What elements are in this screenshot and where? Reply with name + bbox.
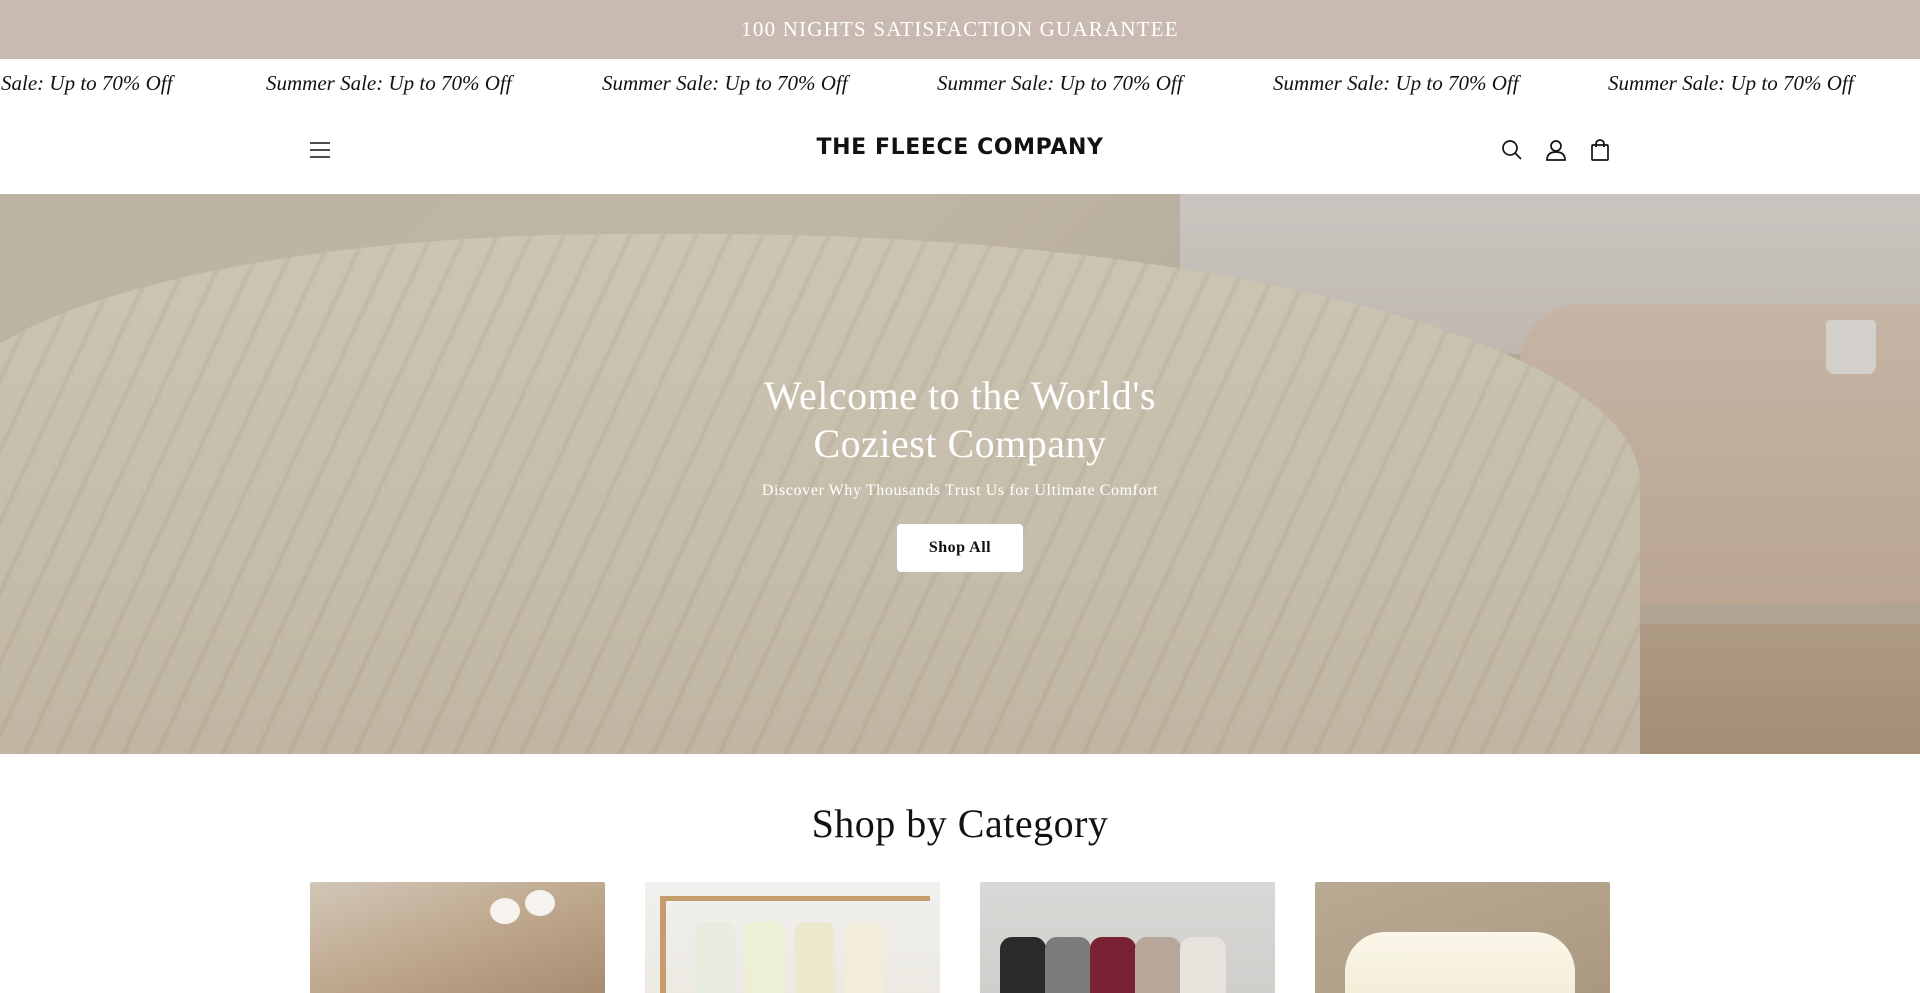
cart-icon[interactable] — [1586, 136, 1614, 164]
search-icon[interactable] — [1498, 136, 1526, 164]
cotton-ball — [525, 890, 555, 916]
marquee-item: Summer Sale: Up to 70% Off — [1273, 71, 1519, 95]
garment — [795, 922, 835, 993]
section-title: Shop by Category — [811, 801, 1109, 846]
marquee-item: Summer Sale: Up to 70% Off — [1608, 71, 1854, 95]
announcement-bar: 100 NIGHTS SATISFACTION GUARANTEE — [0, 0, 1920, 59]
account-icon[interactable] — [1542, 136, 1570, 164]
hero-title-line: Coziest Company — [813, 421, 1107, 466]
garment — [745, 922, 785, 993]
hero-title-line: Welcome to the World's — [763, 373, 1157, 418]
cotton-ball — [490, 898, 520, 924]
coat — [1180, 937, 1226, 993]
marquee-item: Summer Sale: Up to 70% Off — [937, 71, 1183, 95]
coat — [1045, 937, 1091, 993]
clothing-rail-pole — [660, 896, 666, 993]
garment — [845, 922, 885, 993]
hero-banner: Welcome to the World's Coziest Company D… — [0, 194, 1920, 754]
category-card[interactable] — [310, 882, 605, 993]
marquee-item: Summer Sale: Up to 70% Off — [602, 71, 848, 95]
sale-marquee: Sale: Up to 70% Off Summer Sale: Up to 7… — [0, 59, 1920, 109]
coat — [1000, 937, 1046, 993]
site-logo[interactable]: THE FLEECE COMPANY — [0, 135, 1920, 160]
announcement-text: 100 NIGHTS SATISFACTION GUARANTEE — [741, 17, 1179, 41]
clothing-rail — [660, 896, 930, 901]
marquee-item: Summer Sale: Up to 70% Off — [266, 71, 512, 95]
garment — [695, 922, 735, 993]
category-card[interactable] — [980, 882, 1275, 993]
coat — [1135, 937, 1181, 993]
hero-subtitle: Discover Why Thousands Trust Us for Ulti… — [761, 482, 1159, 499]
hero-title: Welcome to the World's Coziest Company — [0, 372, 1920, 468]
folded-blanket — [1345, 932, 1575, 993]
shop-all-button[interactable]: Shop All — [897, 524, 1023, 572]
marquee-item: Sale: Up to 70% Off — [1, 71, 173, 95]
coat — [1090, 937, 1136, 993]
hero-content: Welcome to the World's Coziest Company D… — [0, 372, 1920, 572]
site-header: THE FLEECE COMPANY — [0, 109, 1920, 194]
category-card[interactable] — [1315, 882, 1610, 993]
category-card[interactable] — [645, 882, 940, 993]
